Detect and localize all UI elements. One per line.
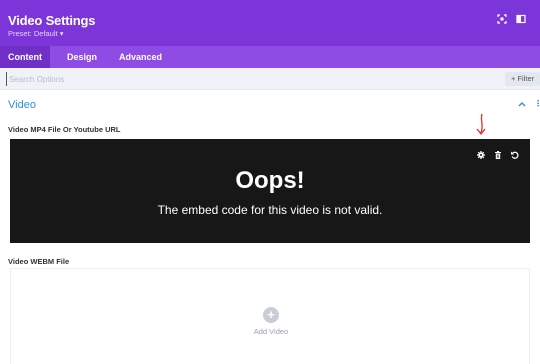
modal-title: Video Settings bbox=[8, 13, 96, 28]
gear-icon[interactable] bbox=[476, 147, 486, 159]
expand-icon[interactable] bbox=[496, 13, 508, 25]
reset-icon[interactable] bbox=[510, 147, 520, 159]
video-webm-label: Video WEBM File bbox=[8, 257, 70, 266]
filter-button[interactable]: + Filter bbox=[505, 72, 540, 86]
sidebar-toggle-icon[interactable] bbox=[515, 13, 527, 25]
add-video-label[interactable]: Add Video bbox=[11, 327, 531, 336]
preset-dropdown[interactable]: Preset: Default ▾ bbox=[8, 29, 63, 38]
tab-advanced[interactable]: Advanced bbox=[111, 46, 170, 68]
trash-icon[interactable] bbox=[493, 147, 503, 159]
modal-header: Video Settings Preset: Default ▾ bbox=[0, 0, 540, 46]
red-arrow-down-icon bbox=[476, 113, 486, 136]
tab-bar: Content Design Advanced bbox=[0, 46, 540, 68]
video-url-label: Video MP4 File Or Youtube URL bbox=[8, 125, 121, 134]
search-bar: + Filter bbox=[0, 68, 540, 90]
plus-circle-icon[interactable]: + bbox=[263, 307, 279, 323]
error-message: The embed code for this video is not val… bbox=[157, 203, 383, 217]
chevron-up-icon[interactable] bbox=[518, 100, 526, 109]
tab-design[interactable]: Design bbox=[59, 46, 105, 68]
tab-content[interactable]: Content bbox=[0, 46, 50, 68]
search-input[interactable] bbox=[6, 72, 386, 86]
more-options-icon[interactable]: ⋮ bbox=[534, 99, 540, 108]
video-preview[interactable]: Oops! The embed code for this video is n… bbox=[10, 139, 530, 243]
error-heading: Oops! bbox=[235, 167, 305, 194]
webm-upload-area[interactable]: + Add Video bbox=[10, 268, 530, 364]
section-title[interactable]: Video bbox=[8, 99, 36, 111]
